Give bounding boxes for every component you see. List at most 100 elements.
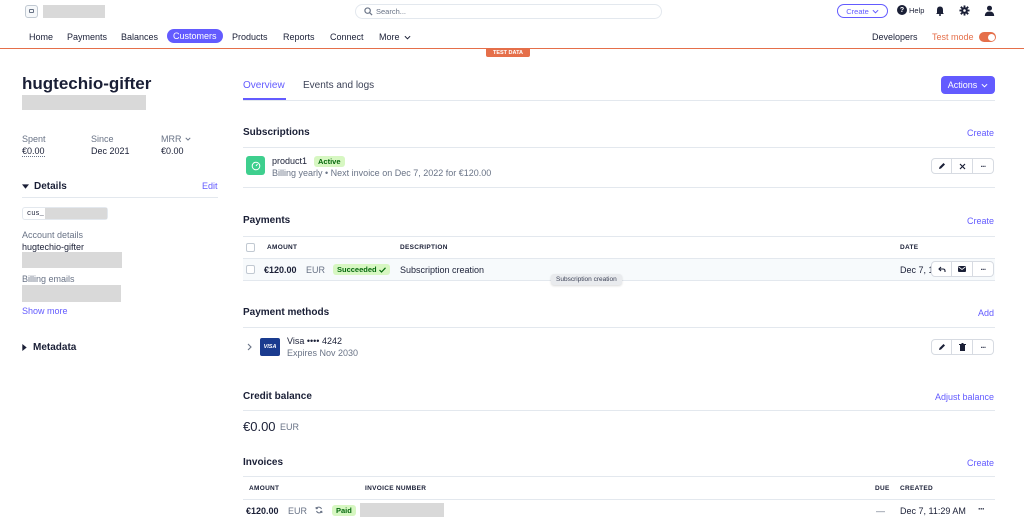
details-toggle[interactable]: Details xyxy=(22,181,67,192)
invoice-currency: EUR xyxy=(288,506,308,516)
nav-item-customers[interactable]: Customers xyxy=(167,29,223,43)
more-payment-method-button[interactable]: ··· xyxy=(973,339,994,355)
tab-overview[interactable]: Overview xyxy=(243,80,285,91)
more-subscription-button[interactable]: ··· xyxy=(973,158,994,174)
stat-mrr-label-group[interactable]: MRR xyxy=(161,134,191,144)
expand-chevron-icon[interactable] xyxy=(247,343,252,351)
payments-col-description: DESCRIPTION xyxy=(400,244,448,251)
payments-create-link[interactable]: Create xyxy=(967,216,994,226)
payment-row-checkbox[interactable] xyxy=(246,265,255,274)
account-logo-icon[interactable] xyxy=(25,5,38,18)
stat-spent-label: Spent xyxy=(22,134,46,144)
trash-icon xyxy=(958,343,966,351)
search-icon xyxy=(364,7,373,16)
actions-button[interactable]: Actions xyxy=(941,76,995,94)
caret-down-icon xyxy=(22,184,29,189)
account-details-redacted xyxy=(22,252,122,268)
cancel-subscription-button[interactable] xyxy=(952,158,973,174)
more-payment-button[interactable]: ··· xyxy=(973,261,994,277)
stat-since-label: Since xyxy=(91,134,114,144)
search-placeholder: Search... xyxy=(376,7,407,16)
tab-events-logs[interactable]: Events and logs xyxy=(303,80,374,91)
credit-balance-amount: €0.00 xyxy=(243,419,276,434)
chevron-down-icon xyxy=(404,35,411,40)
customer-id-prefix: cus_ xyxy=(27,210,44,218)
top-bar: Search... Create ? Help xyxy=(0,0,1024,24)
subscription-detail: Billing yearly • Next invoice on Dec 7, … xyxy=(272,168,492,178)
more-invoice-icon[interactable]: ··· xyxy=(978,504,985,514)
nav-item-balances[interactable]: Balances xyxy=(121,32,158,42)
credit-balance-title: Credit balance xyxy=(243,391,312,402)
subscription-status-badge: Active xyxy=(314,156,345,167)
invoices-col-amount: AMOUNT xyxy=(249,485,280,492)
email-receipt-button[interactable] xyxy=(952,261,973,277)
payment-status-badge: Succeeded xyxy=(333,264,390,275)
test-mode-label: Test mode xyxy=(932,32,974,42)
help-icon: ? xyxy=(897,5,907,15)
invoice-amount: €120.00 xyxy=(246,506,279,516)
nav-item-more[interactable]: More xyxy=(379,32,411,42)
details-edit-link[interactable]: Edit xyxy=(202,181,218,191)
subscription-row-actions: ··· xyxy=(931,158,994,174)
subscriptions-create-link[interactable]: Create xyxy=(967,128,994,138)
close-icon xyxy=(959,163,965,169)
chevron-down-icon xyxy=(981,83,988,88)
adjust-balance-link[interactable]: Adjust balance xyxy=(935,392,994,402)
test-data-banner: TEST DATA xyxy=(486,49,530,57)
nav-item-connect[interactable]: Connect xyxy=(330,32,364,42)
account-details-label: Account details xyxy=(22,230,84,240)
gear-icon[interactable] xyxy=(959,5,970,16)
stat-spent-value[interactable]: €0.00 xyxy=(22,146,45,157)
card-number: Visa •••• 4242 xyxy=(287,336,342,346)
payments-select-all-checkbox[interactable] xyxy=(246,243,255,252)
invoices-col-due: DUE xyxy=(875,485,890,492)
customer-email-redacted xyxy=(22,95,146,110)
developers-link[interactable]: Developers xyxy=(872,32,918,42)
nav-item-home[interactable]: Home xyxy=(29,32,53,42)
nav-item-payments[interactable]: Payments xyxy=(67,32,107,42)
customer-name: hugtechio-gifter xyxy=(22,74,152,93)
invoices-title: Invoices xyxy=(243,457,284,468)
recurring-icon xyxy=(315,506,323,514)
invoices-col-created: CREATED xyxy=(900,485,934,492)
invoice-number-redacted xyxy=(360,503,444,517)
test-mode-toggle[interactable] xyxy=(979,32,996,42)
pencil-icon xyxy=(938,163,945,169)
subscriptions-title: Subscriptions xyxy=(243,127,310,138)
nav-item-reports[interactable]: Reports xyxy=(283,32,315,42)
customer-id-redacted xyxy=(45,208,107,219)
undo-icon xyxy=(937,266,946,272)
edit-payment-method-button[interactable] xyxy=(931,339,952,355)
help-label: Help xyxy=(909,5,925,15)
payment-row-actions: ··· xyxy=(931,261,994,277)
account-name-redacted[interactable] xyxy=(43,5,105,18)
payment-amount: €120.00 xyxy=(264,265,297,275)
search-bar[interactable]: Search... xyxy=(355,4,662,19)
subscription-product[interactable]: product1 xyxy=(272,156,307,166)
edit-subscription-button[interactable] xyxy=(931,158,952,174)
more-icon: ··· xyxy=(980,264,987,274)
show-more-link[interactable]: Show more xyxy=(22,306,68,316)
payments-col-amount: AMOUNT xyxy=(267,244,298,251)
payment-methods-add-link[interactable]: Add xyxy=(978,308,994,318)
user-icon[interactable] xyxy=(984,5,995,16)
payment-status-label: Succeeded xyxy=(337,265,377,274)
refund-payment-button[interactable] xyxy=(931,261,952,277)
create-button[interactable]: Create xyxy=(837,4,888,18)
customer-id-field[interactable]: cus_ xyxy=(22,207,108,220)
nav-item-products[interactable]: Products xyxy=(232,32,268,42)
stat-mrr-label: MRR xyxy=(161,134,182,144)
bell-icon[interactable] xyxy=(935,5,945,16)
delete-payment-method-button[interactable] xyxy=(952,339,973,355)
description-tooltip: Subscription creation xyxy=(551,274,622,285)
metadata-toggle[interactable]: Metadata xyxy=(22,342,76,353)
nav-more-label: More xyxy=(379,32,400,42)
billing-emails-label: Billing emails xyxy=(22,274,75,284)
more-icon: ··· xyxy=(980,161,987,171)
invoices-create-link[interactable]: Create xyxy=(967,458,994,468)
help-button[interactable]: ? Help xyxy=(897,5,924,15)
stat-mrr-value: €0.00 xyxy=(161,146,184,156)
check-icon xyxy=(378,266,386,273)
billing-emails-redacted xyxy=(22,285,121,302)
payment-method-actions: ··· xyxy=(931,339,994,355)
